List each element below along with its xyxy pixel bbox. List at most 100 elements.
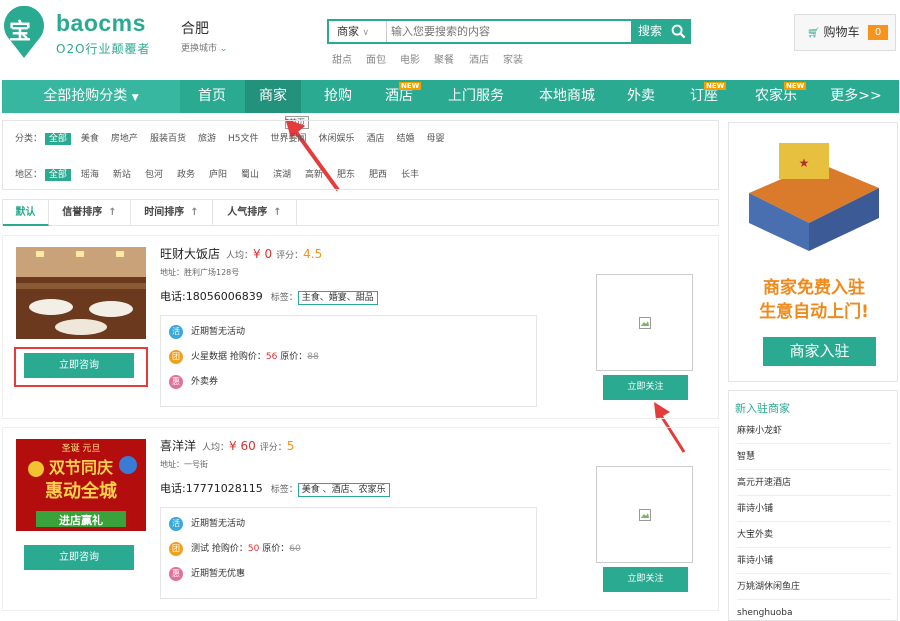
nav-item-label: 订座: [690, 88, 718, 104]
shop-address: 地址：一号街: [160, 460, 208, 469]
nav-item-label: 外卖: [627, 88, 655, 104]
shop-name[interactable]: 旺财大饭店: [160, 247, 220, 261]
all-categories-label: 全部抢购分类: [43, 88, 128, 104]
nav-item[interactable]: 本地商城: [525, 80, 609, 113]
promo-row[interactable]: 团测试 抢购价：50 原价：60: [169, 541, 301, 556]
sort-option-label: 人气排序: [227, 207, 268, 218]
nav-item-label: 首页: [198, 88, 226, 104]
consult-button[interactable]: 立即咨询: [24, 545, 134, 570]
consult-button[interactable]: 立即咨询: [24, 353, 134, 378]
filter-category-option[interactable]: 全部: [44, 133, 71, 145]
filter-area-option[interactable]: 全部: [44, 169, 71, 181]
chevron-down-icon: ⌄: [219, 44, 228, 54]
promo-orig-label: 原价：: [277, 352, 308, 362]
cart-button[interactable]: 🛒︎ 购物车 0: [794, 14, 896, 51]
promo-orig-price: 88: [307, 352, 319, 362]
filter-category-option[interactable]: 服装百货: [150, 134, 186, 144]
follow-button[interactable]: 立即关注: [603, 567, 688, 592]
promo-orig-label: 原价：: [259, 544, 290, 554]
nav-item[interactable]: 更多>>: [818, 80, 894, 113]
search-button[interactable]: 搜索: [633, 19, 691, 44]
nav-item[interactable]: 外卖: [612, 80, 670, 113]
filter-area-option[interactable]: 蜀山: [241, 170, 259, 180]
filter-category-option[interactable]: 酒店: [367, 134, 385, 144]
promo-row[interactable]: 活近期暂无活动: [169, 516, 245, 531]
filter-category-option[interactable]: H5文件: [228, 134, 259, 144]
filter-area-option[interactable]: 长丰: [401, 170, 419, 180]
promo-icon: 团: [169, 541, 183, 556]
filter-area-option[interactable]: 瑶海: [81, 170, 99, 180]
filter-area-option[interactable]: 包河: [145, 170, 163, 180]
search-type-label: 商家: [337, 25, 359, 38]
hot-word-link[interactable]: 酒店: [469, 51, 489, 66]
filter-category-option[interactable]: 旅游: [198, 134, 216, 144]
promo-price: 50: [247, 544, 260, 554]
sort-option[interactable]: 人气排序 ↑: [213, 200, 297, 226]
new-shop-link[interactable]: 菲诗小铺: [737, 496, 891, 522]
logo-text[interactable]: baocms: [56, 10, 146, 37]
filter-category-option[interactable]: 美食: [81, 134, 99, 144]
nav-item-label: 上门服务: [448, 88, 504, 104]
filter-area-option[interactable]: 新站: [113, 170, 131, 180]
ad-line-1: 商家免费入驻: [763, 278, 865, 298]
search-icon: [671, 24, 686, 39]
filter-area-option[interactable]: 政务: [177, 170, 195, 180]
promo-icon: 惠: [169, 374, 183, 389]
all-categories-menu[interactable]: 全部抢购分类 ▼: [2, 80, 180, 113]
broken-image-icon: [639, 509, 651, 521]
new-shop-link[interactable]: 麻辣小龙虾: [737, 418, 891, 444]
hot-word-link[interactable]: 面包: [366, 51, 386, 66]
promo-text: 近期暂无活动: [191, 327, 246, 337]
filter-area-option[interactable]: 肥东: [337, 170, 355, 180]
hot-word-link[interactable]: 电影: [400, 51, 420, 66]
promo-row[interactable]: 惠外卖券: [169, 374, 218, 389]
sort-option[interactable]: 信誉排序 ↑: [49, 200, 131, 226]
promo-text: 近期暂无活动: [191, 519, 246, 529]
avg-price-value: ¥ 60: [229, 439, 256, 453]
promo-row[interactable]: 惠近期暂无优惠: [169, 566, 245, 581]
filter-area-option[interactable]: 滨湖: [273, 170, 291, 180]
search-input[interactable]: [391, 21, 629, 42]
nav-item[interactable]: 上门服务: [432, 80, 520, 113]
sort-option-label: 信誉排序: [62, 207, 103, 218]
promo-row[interactable]: 活近期暂无活动: [169, 324, 245, 339]
hot-word-link[interactable]: 家装: [503, 51, 523, 66]
new-shop-link[interactable]: 大宝外卖: [737, 522, 891, 548]
nav-item[interactable]: 抢购: [309, 80, 367, 113]
hot-word-link[interactable]: 甜点: [332, 51, 352, 66]
new-badge: NEW: [399, 82, 422, 90]
broken-image-icon: [639, 317, 651, 329]
svg-text:★: ★: [799, 156, 810, 170]
sort-option[interactable]: 默认: [3, 200, 49, 226]
search-type-select[interactable]: 商家 ∨: [329, 21, 387, 42]
cart-count-badge: 0: [868, 25, 888, 40]
shop-tel-row: 电话:17771028115 标签： 美食 、酒店、农家乐: [160, 480, 390, 497]
new-shop-link[interactable]: 菲诗小铺: [737, 548, 891, 574]
cart-icon: 🛒︎: [807, 28, 820, 39]
promo-row[interactable]: 团火星数据 抢购价：56 原价：88: [169, 349, 319, 364]
shop-name[interactable]: 喜洋洋: [160, 439, 196, 453]
new-shop-link[interactable]: 万姚湖休闲鱼庄: [737, 574, 891, 600]
merchant-join-button[interactable]: 商家入驻: [763, 337, 876, 366]
avg-price-label: 人均：: [202, 443, 230, 453]
hot-word-link[interactable]: 聚餐: [434, 51, 454, 66]
filter-area-option[interactable]: 高新: [305, 170, 323, 180]
filter-category-option[interactable]: 母婴: [427, 134, 445, 144]
new-shop-link[interactable]: 智慧: [737, 444, 891, 470]
merchant-join-ad[interactable]: ★ 商家免费入驻 生意自动上门! 商家入驻: [728, 122, 898, 382]
promo-text: 外卖券: [191, 377, 219, 387]
new-shop-link[interactable]: shenghuoba: [737, 600, 891, 621]
filter-category-option[interactable]: 房地产: [111, 134, 138, 144]
filter-category-option[interactable]: 世界要闻: [270, 134, 306, 144]
filter-area-option[interactable]: 肥西: [369, 170, 387, 180]
nav-item[interactable]: 首页: [182, 80, 242, 113]
filter-category-option[interactable]: 休闲娱乐: [318, 134, 354, 144]
change-city-link[interactable]: 更换城市 ⌄: [181, 41, 227, 54]
new-shop-link[interactable]: 高元开速酒店: [737, 470, 891, 496]
filter-area-option[interactable]: 庐阳: [209, 170, 227, 180]
filter-category-option[interactable]: 结婚: [397, 134, 415, 144]
sort-option[interactable]: 时间排序 ↑: [131, 200, 213, 226]
nav-item[interactable]: 商家: [245, 80, 301, 113]
logo-slogan: O2O行业颠覆者: [56, 42, 151, 56]
follow-button[interactable]: 立即关注: [603, 375, 688, 400]
